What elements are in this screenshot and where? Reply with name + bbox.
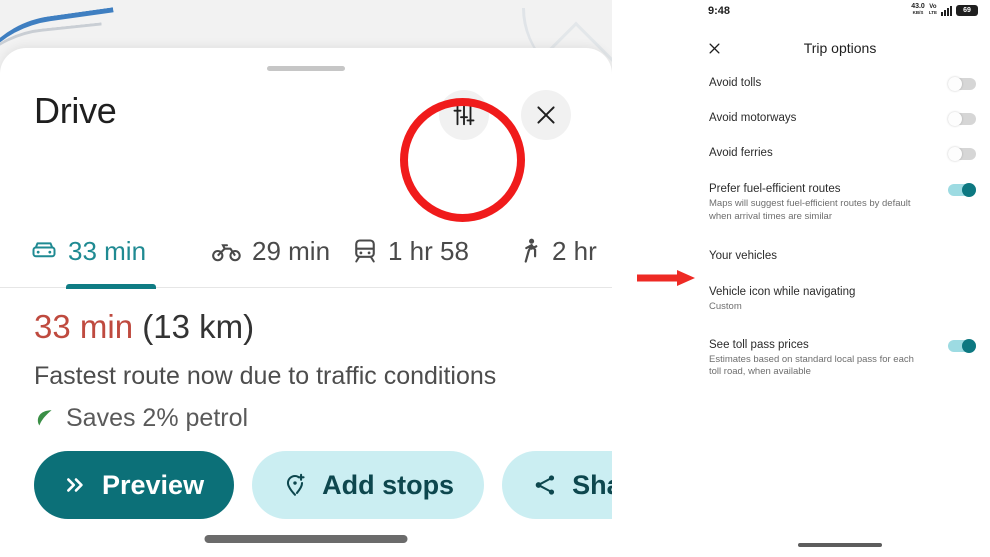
section-header-your-vehicles: Your vehicles — [690, 249, 990, 264]
option-subtitle: Estimates based on standard local pass f… — [709, 353, 914, 378]
route-condition-note: Fastest route now due to traffic conditi… — [34, 362, 497, 390]
screenshot-root: Drive 33 min 29 min 1 hr 58 2 hr 33 min … — [0, 0, 990, 557]
active-tab-indicator — [66, 284, 156, 289]
status-icons: 43.0 KB/S Vo LTE 69 — [911, 3, 978, 16]
trip-options-list: Avoid tolls Avoid motorways Avoid ferrie… — [690, 70, 990, 379]
toggle-knob — [962, 338, 976, 353]
option-texts: Vehicle icon while navigating Custom — [709, 285, 855, 314]
eta-distance: (13 km) — [142, 308, 255, 345]
option-row-avoid-motorways[interactable]: Avoid motorways — [690, 111, 990, 126]
option-row-avoid-ferries[interactable]: Avoid ferries — [690, 146, 990, 161]
battery-icon: 69 — [956, 5, 978, 16]
add-stop-pin-icon — [287, 473, 305, 496]
toggle-knob — [948, 77, 962, 91]
tab-walk[interactable]: 2 hr — [520, 216, 597, 286]
see-toll-pass-prices-toggle[interactable] — [948, 338, 976, 353]
tab-motorcycle[interactable]: 29 min — [212, 216, 330, 286]
right-phone-screen: 9:48 43.0 KB/S Vo LTE 69 Trip options Av… — [690, 0, 990, 557]
train-icon — [352, 237, 378, 265]
left-home-indicator[interactable] — [204, 535, 408, 543]
trip-options-header: Trip options — [690, 36, 990, 62]
travel-mode-tabs: 33 min 29 min 1 hr 58 2 hr — [0, 216, 612, 289]
share-button[interactable]: Share — [502, 451, 612, 519]
option-texts: Prefer fuel-efficient routes Maps will s… — [709, 182, 914, 223]
add-stops-button-label: Add stops — [322, 469, 455, 500]
avoid-motorways-toggle[interactable] — [948, 112, 976, 126]
option-texts: Avoid tolls — [709, 76, 761, 91]
option-row-prefer-fuel-efficient-routes[interactable]: Prefer fuel-efficient routes Maps will s… — [690, 182, 990, 223]
car-icon — [30, 237, 58, 265]
preview-button-label: Preview — [102, 469, 205, 500]
close-icon — [709, 43, 719, 53]
option-texts: See toll pass prices Estimates based on … — [709, 338, 914, 379]
option-subtitle: Custom — [709, 301, 742, 312]
status-bar: 9:48 43.0 KB/S Vo LTE 69 — [690, 0, 990, 26]
option-texts: Your vehicles — [709, 249, 777, 264]
toggle-knob — [948, 147, 962, 161]
route-bottom-sheet: Drive 33 min 29 min 1 hr 58 2 hr 33 min … — [0, 48, 612, 557]
section-label: Your vehicles — [709, 250, 777, 262]
chevrons-right-icon — [67, 478, 83, 492]
vehicle-icon-while-navigating-row[interactable]: Vehicle icon while navigating Custom — [690, 285, 990, 314]
signal-bars-icon — [941, 6, 952, 16]
toggle-knob — [962, 183, 976, 197]
close-trip-options-button[interactable] — [702, 36, 726, 60]
toggle-knob — [948, 112, 962, 126]
eta-line: 33 min (13 km) — [34, 306, 594, 348]
option-title: Avoid tolls — [709, 77, 762, 89]
add-stops-button[interactable]: Add stops — [252, 451, 485, 519]
preview-button[interactable]: Preview — [34, 451, 235, 519]
tab-transit[interactable]: 1 hr 58 — [352, 216, 469, 286]
sheet-drag-handle[interactable] — [267, 66, 345, 71]
network-speed-indicator: 43.0 KB/S — [911, 3, 925, 16]
trip-options-button[interactable] — [439, 90, 489, 140]
tune-icon — [453, 104, 475, 126]
eco-savings-row: Saves 2% petrol — [34, 402, 594, 434]
eta-duration: 33 min — [34, 308, 134, 345]
eco-savings-text: Saves 2% petrol — [66, 404, 249, 432]
option-title: Vehicle icon while navigating — [709, 286, 856, 298]
route-summary: 33 min (13 km) Fastest route now due to … — [34, 306, 594, 434]
tab-drive-label: 33 min — [68, 235, 147, 266]
option-title: Avoid ferries — [709, 147, 773, 159]
tab-motorcycle-label: 29 min — [252, 235, 331, 266]
right-home-indicator[interactable] — [798, 543, 882, 547]
battery-level: 69 — [963, 7, 971, 14]
option-title: See toll pass prices — [709, 338, 809, 351]
motorcycle-icon — [212, 237, 242, 265]
option-row-see-toll-pass-prices[interactable]: See toll pass prices Estimates based on … — [690, 338, 990, 379]
trip-options-title: Trip options — [803, 40, 877, 56]
option-texts: Avoid motorways — [709, 111, 796, 126]
volte-line2: LTE — [928, 10, 937, 15]
share-button-label: Share — [572, 469, 612, 500]
tab-walk-label: 2 hr — [552, 235, 597, 266]
avoid-tolls-toggle[interactable] — [948, 77, 976, 91]
tab-drive[interactable]: 33 min — [30, 216, 156, 289]
volte-icon: Vo LTE — [929, 4, 937, 16]
option-texts: Avoid ferries — [709, 146, 773, 161]
left-phone-screen: Drive 33 min 29 min 1 hr 58 2 hr 33 min … — [0, 0, 612, 557]
network-speed-unit: KB/S — [912, 10, 924, 15]
sheet-header: Drive — [0, 84, 612, 158]
prefer-fuel-efficient-routes-toggle[interactable] — [948, 183, 976, 197]
close-icon — [537, 106, 555, 124]
tab-transit-label: 1 hr 58 — [388, 235, 469, 266]
route-action-buttons: Preview Add stops Sh — [34, 451, 612, 519]
option-row-avoid-tolls[interactable]: Avoid tolls — [690, 76, 990, 91]
option-title: Avoid motorways — [709, 112, 797, 124]
walk-icon — [520, 237, 542, 265]
leaf-icon — [37, 410, 52, 426]
option-subtitle: Maps will suggest fuel-efficient routes … — [709, 198, 911, 222]
avoid-ferries-toggle[interactable] — [948, 147, 976, 161]
close-route-sheet-button[interactable] — [521, 90, 571, 140]
page-title: Drive — [34, 90, 117, 131]
option-title: Prefer fuel-efficient routes — [709, 183, 841, 195]
status-time: 9:48 — [708, 5, 731, 17]
share-icon — [535, 475, 555, 495]
annotation-arrow-vehicle-icon — [637, 270, 695, 286]
